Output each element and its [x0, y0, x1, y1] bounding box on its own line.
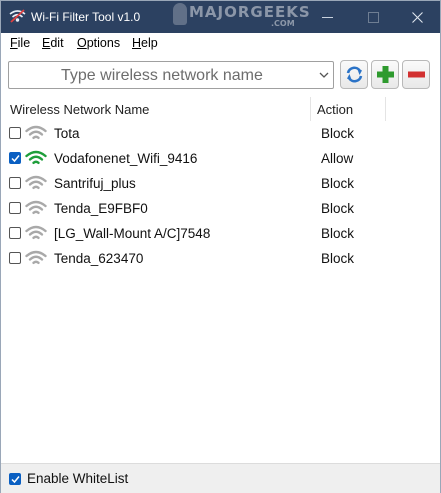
wifi-signal-icon [25, 175, 47, 189]
remove-network-button[interactable] [402, 60, 430, 89]
menu-help[interactable]: Help [132, 36, 158, 50]
network-checkbox[interactable] [9, 177, 21, 189]
network-row[interactable]: Tota Block [8, 121, 433, 146]
network-checkbox[interactable] [9, 202, 21, 214]
majorgeeks-watermark: MAJORGEEKS .COM [173, 0, 321, 33]
enable-whitelist-checkbox[interactable] [9, 473, 21, 485]
network-name-placeholder[interactable]: Type wireless network name [61, 67, 263, 85]
network-action: Block [321, 251, 355, 266]
column-header-network-name[interactable]: Wireless Network Name [8, 97, 311, 121]
network-name: Santrifuj_plus [54, 176, 136, 191]
network-action: Block [321, 201, 355, 216]
network-checkbox[interactable] [9, 127, 21, 139]
network-name: [LG_Wall-Mount A/C]7548 [54, 226, 211, 241]
network-name-combobox[interactable]: Type wireless network name [8, 61, 334, 89]
network-action: Block [321, 226, 355, 241]
checkmark-icon [11, 476, 20, 484]
minimize-button[interactable] [305, 1, 351, 33]
app-window: Wi-Fi Filter Tool v1.0 MAJORGEEKS .COM F… [0, 0, 441, 493]
watermark-logo-icon [173, 3, 187, 25]
wifi-signal-icon [25, 125, 47, 139]
column-header-action[interactable]: Action [311, 97, 386, 121]
title-bar[interactable]: Wi-Fi Filter Tool v1.0 MAJORGEEKS .COM [1, 1, 440, 33]
network-action: Block [321, 176, 355, 191]
refresh-icon [346, 66, 363, 83]
network-action: Block [321, 126, 355, 141]
wifi-signal-icon [25, 200, 47, 214]
menu-file[interactable]: File [10, 36, 30, 50]
network-row[interactable]: [LG_Wall-Mount A/C]7548 Block [8, 221, 433, 246]
chevron-down-icon[interactable] [319, 72, 329, 79]
network-checkbox[interactable] [9, 252, 21, 264]
close-icon [412, 12, 423, 23]
network-row[interactable]: Tenda_623470 Block [8, 246, 433, 271]
network-row[interactable]: Vodafonenet_Wifi_9416 Allow [8, 146, 433, 171]
network-checkbox[interactable] [9, 227, 21, 239]
wifi-signal-icon [25, 225, 47, 239]
refresh-button[interactable] [340, 60, 368, 89]
network-checkbox[interactable] [9, 152, 21, 164]
minus-icon [408, 71, 425, 78]
wifi-signal-icon [25, 250, 47, 264]
plus-icon [377, 66, 394, 83]
footer-bar: Enable WhiteList [1, 463, 440, 493]
network-name: Tenda_E9FBF0 [54, 201, 148, 216]
wifi-signal-icon [25, 150, 47, 164]
window-title: Wi-Fi Filter Tool v1.0 [31, 10, 141, 24]
network-name: Tenda_623470 [54, 251, 144, 266]
network-row[interactable]: Tenda_E9FBF0 Block [8, 196, 433, 221]
network-action: Allow [321, 151, 354, 166]
add-network-button[interactable] [371, 60, 399, 89]
menu-edit[interactable]: Edit [42, 36, 64, 50]
network-list[interactable]: Wireless Network Name Action Tota Block Vo… [8, 97, 433, 463]
menu-options[interactable]: Options [77, 36, 120, 50]
network-row[interactable]: Santrifuj_plus Block [8, 171, 433, 196]
app-icon [9, 9, 26, 23]
network-name: Tota [54, 126, 80, 141]
maximize-button[interactable] [351, 1, 397, 33]
checkmark-icon [11, 155, 20, 163]
list-header: Wireless Network Name Action [8, 97, 433, 121]
network-name: Vodafonenet_Wifi_9416 [54, 151, 198, 166]
watermark-sub: .COM [271, 19, 295, 28]
enable-whitelist-label[interactable]: Enable WhiteList [27, 471, 128, 486]
menu-bar: File Edit Options Help [1, 33, 440, 53]
close-button[interactable] [395, 1, 441, 33]
